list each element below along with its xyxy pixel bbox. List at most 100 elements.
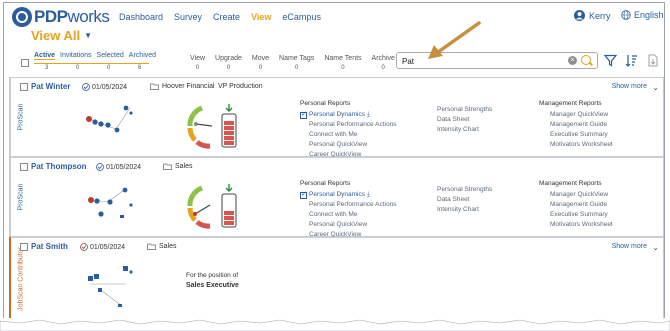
folder[interactable]: Hoover Financial <box>150 83 215 90</box>
folder[interactable]: Sales <box>147 243 177 250</box>
filter-selected[interactable]: Selected <box>97 52 124 60</box>
status-filters: Active Invitations Selected Archived <box>34 52 156 60</box>
download-icon[interactable]: ⤓ <box>367 110 370 120</box>
report-item[interactable]: Intensity Chart <box>437 205 492 215</box>
report-item[interactable]: Personal Dynamics⤓ <box>300 110 396 120</box>
report-item[interactable]: Personal QuickView <box>300 220 396 230</box>
action-upgrade[interactable]: Upgrade 0 <box>215 55 242 71</box>
action-count: 0 <box>295 65 299 71</box>
action-count: 0 <box>258 65 263 71</box>
globe-icon <box>621 10 631 20</box>
clear-icon[interactable]: × <box>568 56 577 65</box>
action-name-tents[interactable]: Name Tents 0 <box>324 55 361 71</box>
report-item[interactable]: Connect with Me <box>300 130 396 140</box>
pdpworks-logo[interactable]: PDPworks <box>12 7 110 27</box>
folder-icon <box>150 83 159 90</box>
position-info: For the position of Sales Executive <box>186 271 239 291</box>
nav-create[interactable]: Create <box>213 12 240 22</box>
annotation-arrow-icon <box>428 21 481 59</box>
nav-view[interactable]: View <box>251 12 271 22</box>
report-item[interactable]: Motivators Worksheet <box>539 220 613 230</box>
report-item[interactable]: Connect with Me <box>300 210 396 220</box>
report-item[interactable]: Personal Strengths <box>437 105 492 115</box>
energy-gauge <box>187 104 237 149</box>
behavior-plot <box>86 105 133 133</box>
report-label: Personal Dynamics <box>309 111 365 118</box>
report-item[interactable]: Personal Performance Actions <box>300 200 396 210</box>
nav-survey[interactable]: Survey <box>174 12 202 22</box>
row-checkbox[interactable] <box>20 163 28 171</box>
action-count: 0 <box>381 65 385 71</box>
job-title: VP Production <box>218 83 263 90</box>
count-invitations: 0 <box>76 65 80 71</box>
report-item[interactable]: Management Guide <box>539 120 613 130</box>
report-item[interactable]: Executive Summary <box>539 210 613 220</box>
show-more-link[interactable]: Show more <box>612 83 647 90</box>
language-menu[interactable]: English <box>621 10 664 20</box>
folder[interactable]: Sales <box>163 163 193 170</box>
report-item[interactable]: Intensity Chart <box>437 125 492 135</box>
nav-ecampus[interactable]: eCampus <box>282 12 321 22</box>
person-name[interactable]: Pat Thompson <box>31 162 87 171</box>
folder-name: Hoover Financial <box>162 83 215 90</box>
report-item[interactable]: Management Guide <box>539 200 613 210</box>
person-card: JobScan Contributor Pat Smith 01/05/2024… <box>9 237 664 321</box>
action-view[interactable]: View 0 <box>190 55 205 71</box>
select-all-checkbox[interactable] <box>21 59 29 67</box>
action-move[interactable]: Move 0 <box>252 55 269 71</box>
filter-archived[interactable]: Archived <box>129 52 156 60</box>
row-checkbox[interactable] <box>20 83 28 91</box>
plot-point <box>88 197 94 203</box>
report-label: Executive Summary <box>550 131 608 138</box>
view-all-dropdown[interactable]: View All ▼ <box>31 28 92 43</box>
report-item[interactable]: Data Sheet <box>437 195 492 205</box>
report-label: Personal QuickView <box>309 141 368 148</box>
report-item[interactable]: Personal Strengths <box>437 185 492 195</box>
row-checkbox[interactable] <box>20 243 28 251</box>
filter-counts: 3 0 0 6 <box>45 65 169 71</box>
report-item[interactable]: Personal Performance Actions <box>300 120 396 130</box>
filter-underline <box>34 63 149 64</box>
user-name: Kerry <box>589 10 611 21</box>
person-card: ProScan Pat Thompson 01/05/2024 Sales Pe… <box>9 157 664 240</box>
report-item[interactable]: Personal Dynamics⤓ <box>300 190 396 200</box>
person-name[interactable]: Pat Smith <box>31 242 68 251</box>
filter-invitations[interactable]: Invitations <box>60 52 92 60</box>
report-item[interactable]: Data Sheet <box>437 115 492 125</box>
chevron-down-icon[interactable]: ⌄ <box>652 83 659 92</box>
survey-date: 01/05/2024 <box>96 163 141 171</box>
report-label: Connect with Me <box>309 131 358 138</box>
sort-icon[interactable] <box>625 54 638 67</box>
report-checkbox[interactable] <box>300 110 307 120</box>
report-label: Manager QuickView <box>550 191 609 198</box>
report-label: Management Guide <box>550 121 608 128</box>
action-archive[interactable]: Archive 0 <box>372 55 395 71</box>
report-checkbox[interactable] <box>300 190 307 200</box>
report-label: Connect with Me <box>309 211 358 218</box>
user-menu[interactable]: Kerry <box>574 10 611 21</box>
logo-bold: PDP <box>34 7 68 26</box>
filter-active[interactable]: Active <box>34 52 56 60</box>
show-more-link[interactable]: Show more <box>612 243 647 250</box>
report-item[interactable]: Motivators Worksheet <box>539 140 613 150</box>
report-label: Manager QuickView <box>550 111 609 118</box>
chevron-down-icon[interactable]: ⌄ <box>652 243 659 252</box>
report-label: Data Sheet <box>437 196 470 203</box>
export-file-icon[interactable] <box>646 54 659 67</box>
report-item[interactable]: Manager QuickView <box>539 110 613 120</box>
report-item[interactable]: Personal QuickView <box>300 140 396 150</box>
personal-reports: Personal Reports Personal Dynamics⤓ Pers… <box>300 179 396 240</box>
check-circle-icon <box>82 83 90 91</box>
search-icon[interactable] <box>581 55 591 65</box>
app-window: PDPworks Dashboard Survey Create View eC… <box>3 2 665 327</box>
toolbar-icons <box>604 54 659 67</box>
date-text: 01/05/2024 <box>92 83 128 91</box>
report-item[interactable]: Manager QuickView <box>539 190 613 200</box>
download-icon[interactable]: ⤓ <box>367 190 370 200</box>
page-title: View All <box>31 28 81 43</box>
action-name-tags[interactable]: Name Tags 0 <box>279 55 314 71</box>
person-name[interactable]: Pat Winter <box>31 82 71 91</box>
filter-icon[interactable] <box>604 54 617 67</box>
report-item[interactable]: Executive Summary <box>539 130 613 140</box>
nav-dashboard[interactable]: Dashboard <box>119 12 163 22</box>
